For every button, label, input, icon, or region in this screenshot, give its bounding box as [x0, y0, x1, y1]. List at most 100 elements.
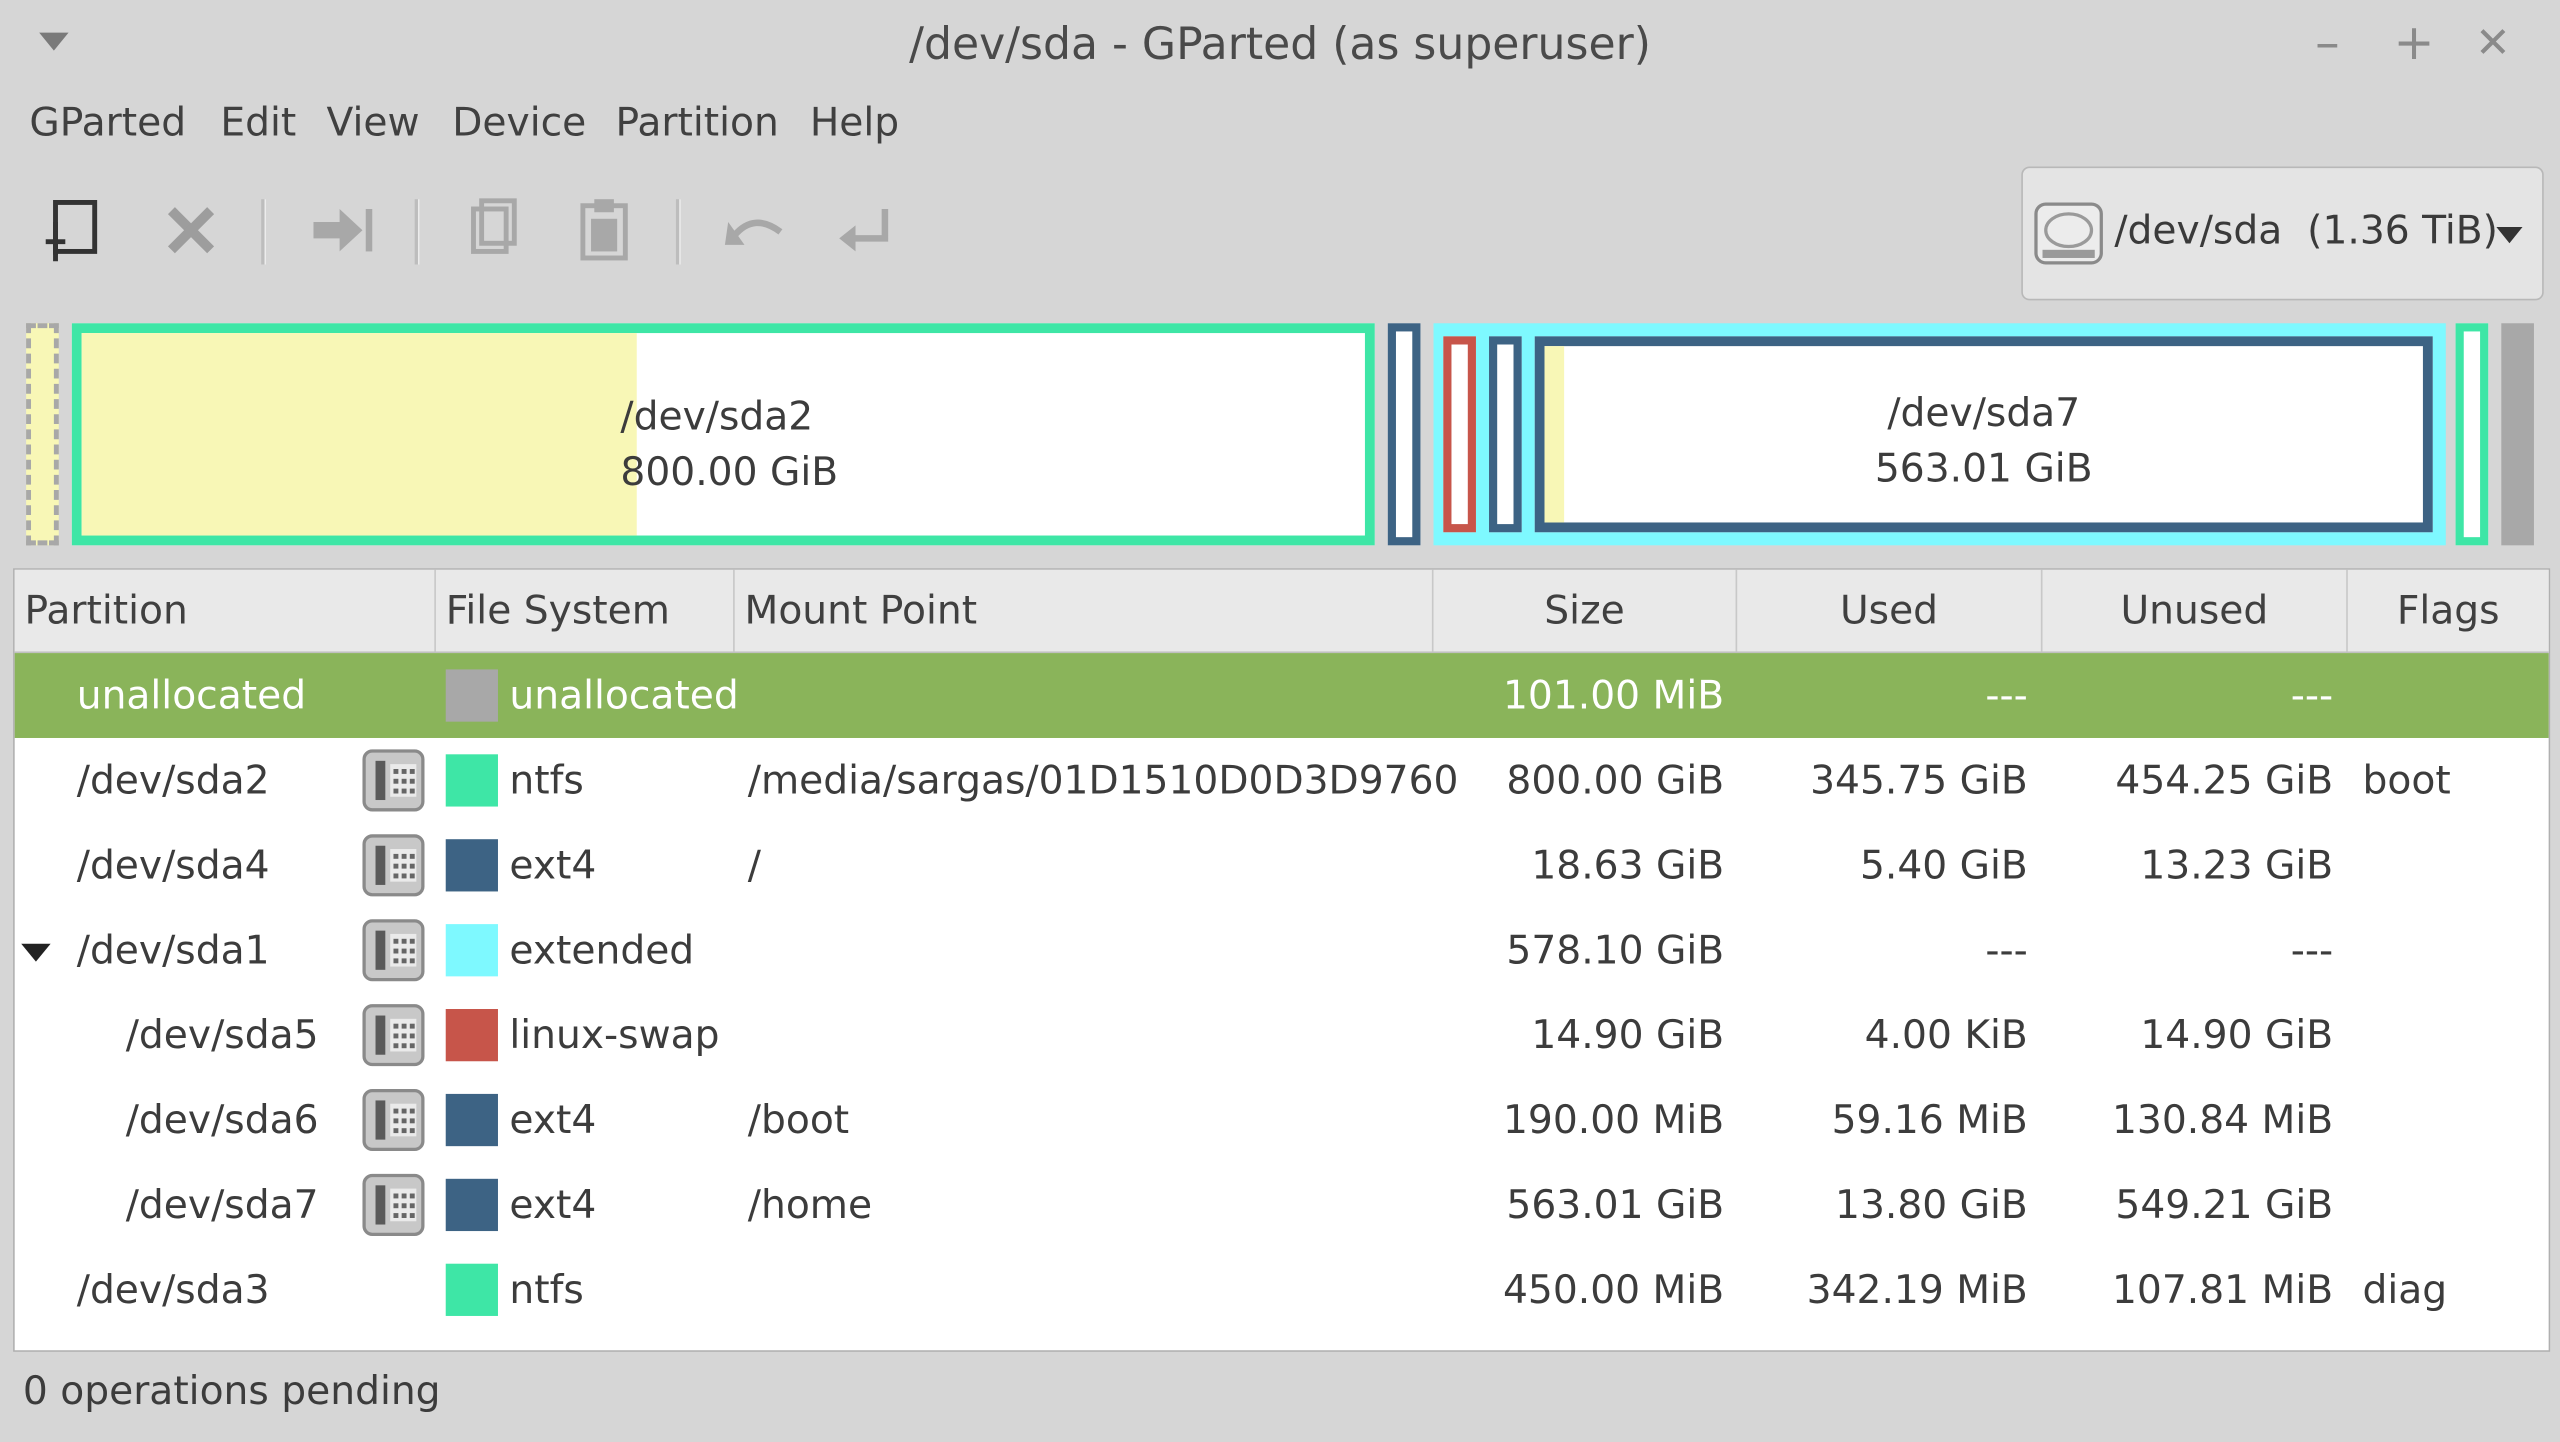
partition-table: Partition File System Mount Point Size U… — [13, 568, 2551, 1352]
col-size[interactable]: Size — [1434, 569, 1738, 652]
cell-unused: --- — [2290, 927, 2334, 974]
map-sda4[interactable] — [1387, 323, 1421, 546]
table-header: Partition File System Mount Point Size U… — [14, 569, 2549, 654]
filesystem-color-swatch — [445, 1178, 498, 1232]
device-selector[interactable]: /dev/sda (1.36 TiB) — [2021, 166, 2544, 301]
cell-flags: boot — [2362, 757, 2451, 804]
copy-icon — [471, 198, 517, 254]
new-partition-icon — [45, 200, 98, 262]
menu-view[interactable]: View — [327, 95, 420, 151]
col-unused[interactable]: Unused — [2043, 569, 2348, 652]
cell-unused: 107.81 MiB — [2111, 1266, 2334, 1313]
new-partition-button[interactable] — [33, 189, 115, 271]
cell-mountpoint: /media/sargas/01D1510D0D3D9760 — [747, 757, 1459, 804]
map-sda7[interactable]: /dev/sda7 563.01 GiB — [1534, 336, 2433, 533]
table-row[interactable]: /dev/sda4 ext4 / 18.63 GiB 5.40 GiB 13.23 Gi… — [15, 823, 2549, 908]
maximize-button[interactable]: + — [2394, 19, 2435, 69]
mounted-lock-icon — [362, 834, 425, 897]
cell-used: 4.00 KiB — [1864, 1012, 2028, 1058]
cell-partition: /dev/sda6 — [125, 1097, 319, 1143]
cell-filesystem: ext4 — [509, 1182, 597, 1228]
map-sda2[interactable]: /dev/sda2 800.00 GiB — [71, 323, 1375, 546]
cell-size: 800.00 GiB — [1506, 757, 1725, 804]
map-unallocated-end[interactable] — [2501, 323, 2534, 546]
cell-unused: 13.23 GiB — [2140, 842, 2334, 889]
delete-button[interactable] — [150, 189, 232, 271]
chevron-down-icon — [2496, 226, 2523, 244]
filesystem-color-swatch — [445, 924, 498, 977]
table-row[interactable]: /dev/sda3 ntfs 450.00 MiB 342.19 MiB 107.81 … — [15, 1247, 2549, 1332]
col-flags[interactable]: Flags — [2348, 570, 2549, 652]
cell-filesystem: unallocated — [509, 672, 739, 719]
table-row[interactable]: /dev/sda5 linux-swap 14.90 GiB 4.00 KiB 14.… — [15, 993, 2549, 1078]
filesystem-color-swatch — [445, 1009, 498, 1062]
cell-unused: 14.90 GiB — [2140, 1012, 2334, 1058]
table-row[interactable]: /dev/sda1 extended 578.10 GiB --- --- — [15, 908, 2549, 993]
resize-move-button[interactable] — [300, 189, 382, 271]
filesystem-color-swatch — [445, 669, 498, 722]
table-row[interactable]: /dev/sda7 ext4/home 563.01 GiB 13.80 GiB 54… — [15, 1162, 2549, 1247]
title-bar: /dev/sda - GParted (as superuser) – + ✕ — [0, 0, 2560, 95]
cell-mountpoint: /home — [747, 1182, 873, 1228]
map-unallocated[interactable] — [26, 323, 59, 546]
col-used[interactable]: Used — [1737, 569, 2043, 652]
mounted-lock-icon — [362, 1173, 425, 1236]
status-bar: 0 operations pending — [22, 1368, 441, 1414]
map-sda6[interactable] — [1489, 336, 1522, 533]
apply-icon — [839, 208, 889, 252]
device-name: /dev/sda (1.36 TiB) — [2114, 207, 2498, 254]
cell-unused: 549.21 GiB — [2115, 1182, 2334, 1228]
resize-move-icon — [313, 208, 373, 252]
cell-size: 190.00 MiB — [1502, 1097, 1725, 1143]
cell-used: 13.80 GiB — [1835, 1182, 2028, 1228]
paste-button[interactable] — [565, 189, 647, 271]
cell-partition: unallocated — [76, 672, 307, 719]
cell-mountpoint: /boot — [747, 1097, 850, 1143]
cell-used: --- — [1985, 672, 2028, 719]
cell-partition: /dev/sda3 — [76, 1266, 270, 1313]
menu-partition[interactable]: Partition — [616, 95, 779, 151]
col-filesystem[interactable]: File System — [436, 569, 735, 652]
cell-flags: diag — [2362, 1266, 2448, 1313]
menu-edit[interactable]: Edit — [220, 95, 296, 151]
close-button[interactable]: ✕ — [2475, 20, 2511, 69]
expander-arrow-icon[interactable] — [21, 943, 51, 962]
cell-filesystem: ext4 — [509, 842, 597, 889]
apply-button[interactable] — [826, 189, 908, 271]
cell-used: 342.19 MiB — [1806, 1266, 2028, 1313]
map-sda7-label: /dev/sda7 563.01 GiB — [1874, 390, 2093, 492]
table-row[interactable]: /dev/sda2 ntfs/media/sargas/01D1510D0D3D… — [15, 738, 2549, 823]
cell-used: --- — [1985, 927, 2028, 974]
map-sda1-extended[interactable]: /dev/sda7 563.01 GiB — [1433, 323, 2446, 546]
menu-device[interactable]: Device — [452, 95, 586, 151]
delete-icon — [167, 207, 215, 254]
menu-bar: GParted Edit View Device Partition Help — [0, 95, 2560, 154]
mounted-lock-icon — [362, 1004, 425, 1067]
filesystem-color-swatch — [445, 1263, 498, 1316]
col-partition[interactable]: Partition — [15, 569, 436, 652]
cell-partition: /dev/sda5 — [125, 1012, 319, 1058]
cell-unused: --- — [2290, 672, 2334, 719]
table-row[interactable]: /dev/sda6 ext4/boot 190.00 MiB 59.16 MiB 13… — [15, 1078, 2549, 1163]
undo-button[interactable] — [715, 189, 797, 271]
undo-icon — [724, 219, 783, 245]
cell-partition: /dev/sda7 — [125, 1182, 319, 1228]
toolbar-separator — [675, 199, 681, 265]
partition-map: /dev/sda2 800.00 GiB /dev/sda7 563.01 Gi… — [13, 310, 2547, 558]
toolbar-separator — [414, 199, 420, 265]
col-mountpoint[interactable]: Mount Point — [735, 569, 1434, 652]
menu-gparted[interactable]: GParted — [29, 95, 186, 151]
map-sda3[interactable] — [2455, 323, 2489, 546]
menu-help[interactable]: Help — [810, 95, 899, 151]
map-sda5[interactable] — [1443, 336, 1476, 533]
filesystem-color-swatch — [445, 754, 498, 807]
mounted-lock-icon — [362, 919, 425, 982]
cell-size: 14.90 GiB — [1531, 1012, 1725, 1058]
table-row[interactable]: unallocated unallocated 101.00 MiB --- --- — [14, 653, 2549, 738]
cell-size: 578.10 GiB — [1506, 927, 1725, 974]
cell-filesystem: linux-swap — [509, 1012, 720, 1058]
paste-icon — [580, 199, 628, 261]
mounted-lock-icon — [362, 749, 425, 812]
copy-button[interactable] — [451, 189, 533, 271]
minimize-button[interactable]: – — [2315, 19, 2339, 69]
